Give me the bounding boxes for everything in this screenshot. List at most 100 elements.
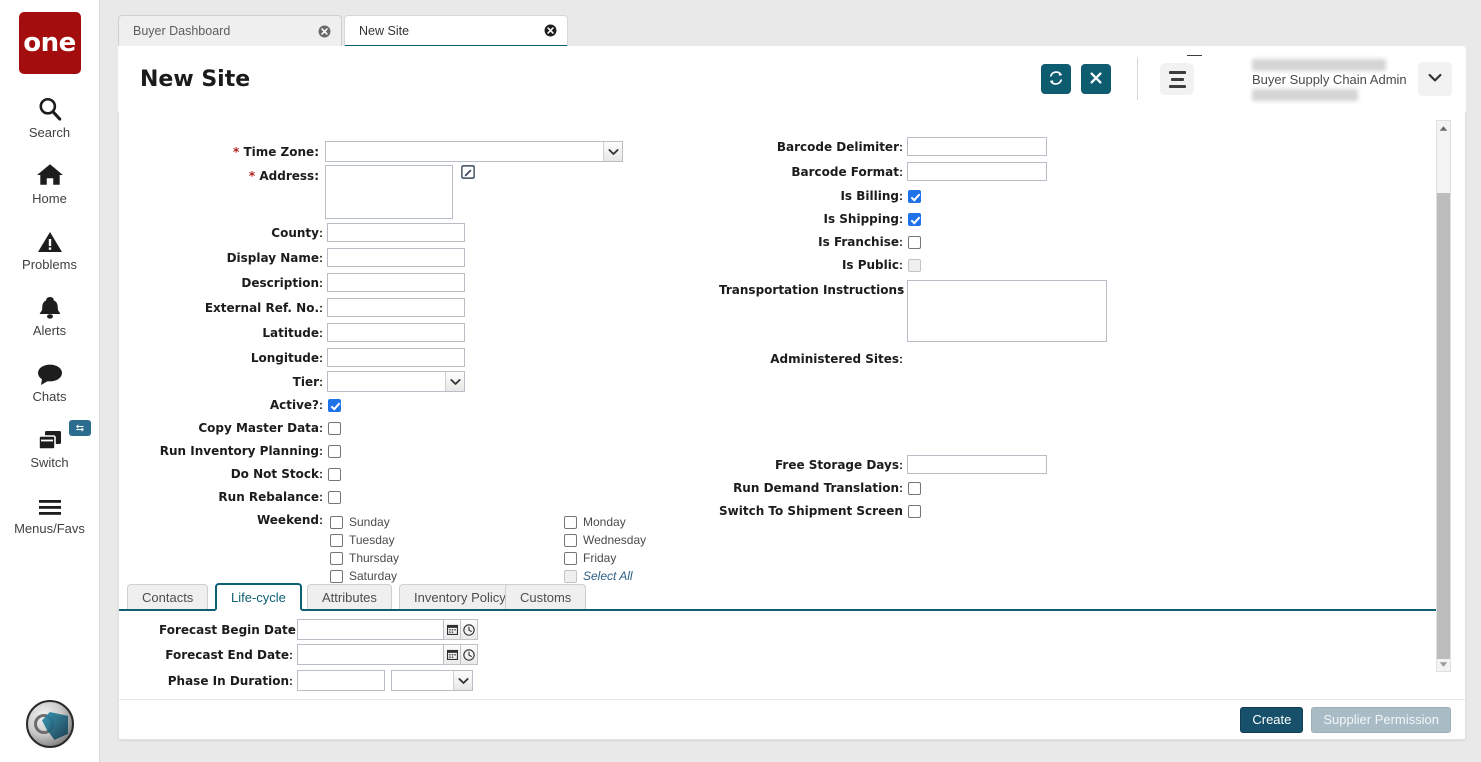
chat-bubble-icon (36, 356, 64, 386)
tier-select[interactable] (327, 371, 465, 392)
weekend-option-select-all[interactable]: Select All (564, 567, 646, 585)
monday-checkbox[interactable] (564, 516, 577, 529)
swap-arrows-icon[interactable]: ⇆ (69, 420, 91, 436)
rail-item-alerts[interactable]: Alerts (0, 290, 99, 338)
thursday-checkbox[interactable] (330, 552, 343, 565)
time-zone-value[interactable] (326, 142, 603, 161)
header-actions: ★ Buyer Supply Chain Admin (1031, 46, 1466, 112)
barcode-delimiter-input[interactable] (907, 137, 1047, 156)
active-checkbox[interactable] (328, 399, 341, 412)
field-address: * Address: (159, 165, 475, 219)
home-icon (36, 158, 64, 188)
field-run-demand-translation: Run Demand Translation : (719, 481, 921, 495)
supplier-permission-button[interactable]: Supplier Permission (1311, 707, 1451, 733)
sunday-checkbox[interactable] (330, 516, 343, 529)
weekend-option-sunday[interactable]: Sunday (330, 513, 399, 531)
barcode-format-input[interactable] (907, 162, 1047, 181)
is-shipping-checkbox[interactable] (908, 213, 921, 226)
longitude-input[interactable] (327, 348, 465, 367)
weekend-option-monday[interactable]: Monday (564, 513, 646, 531)
chevron-down-icon[interactable] (445, 372, 464, 391)
clock-icon[interactable] (461, 619, 478, 640)
phase-in-duration-input[interactable] (297, 670, 385, 691)
tier-value[interactable] (328, 372, 445, 391)
rail-item-menus-favs[interactable]: Menus/Favs (0, 488, 99, 536)
chevron-down-icon[interactable] (603, 142, 622, 161)
forecast-begin-date-buttons (444, 619, 478, 640)
tab-close-icon[interactable] (526, 24, 557, 37)
forecast-end-date-buttons (444, 644, 478, 665)
subtab-inventory-policy[interactable]: Inventory Policy (399, 584, 521, 609)
tab-new-site[interactable]: New Site (344, 15, 568, 47)
latitude-input[interactable] (327, 323, 465, 342)
rail-item-problems[interactable]: Problems (0, 224, 99, 272)
copy-master-data-checkbox[interactable] (328, 422, 341, 435)
subtab-contacts[interactable]: Contacts (127, 584, 208, 609)
free-storage-days-input[interactable] (907, 455, 1047, 474)
field-display-name: Display Name : (159, 248, 465, 267)
friday-checkbox[interactable] (564, 552, 577, 565)
external-ref-no-input[interactable] (327, 298, 465, 317)
clock-icon[interactable] (461, 644, 478, 665)
tuesday-checkbox[interactable] (330, 534, 343, 547)
run-demand-translation-checkbox[interactable] (908, 482, 921, 495)
rail-label-switch: Switch (30, 455, 68, 470)
user-avatar[interactable] (26, 700, 74, 748)
run-rebalance-checkbox[interactable] (328, 491, 341, 504)
calendar-icon[interactable] (444, 619, 461, 640)
field-label: Is Franchise (719, 235, 899, 249)
user-menu-toggle[interactable] (1418, 62, 1452, 96)
county-input[interactable] (327, 223, 465, 242)
forecast-begin-date-input[interactable] (297, 619, 444, 640)
chevron-down-icon[interactable] (453, 671, 472, 690)
transportation-instructions-textarea[interactable] (907, 280, 1107, 342)
is-franchise-checkbox[interactable] (908, 236, 921, 249)
field-label: Barcode Delimiter (719, 140, 899, 154)
refresh-button[interactable] (1041, 64, 1071, 94)
phase-in-duration-unit-select[interactable] (391, 670, 473, 691)
weekend-option-saturday[interactable]: Saturday (330, 567, 399, 585)
display-name-input[interactable] (327, 248, 465, 267)
saturday-checkbox[interactable] (330, 570, 343, 583)
tab-buyer-dashboard[interactable]: Buyer Dashboard (118, 15, 342, 46)
subtab-attributes[interactable]: Attributes (307, 584, 392, 609)
description-input[interactable] (327, 273, 465, 292)
select-all-checkbox[interactable] (564, 570, 577, 583)
select-all-link[interactable]: Select All (583, 569, 633, 583)
list-menu-button[interactable]: ★ (1160, 63, 1194, 95)
field-time-zone: * Time Zone: (159, 141, 697, 162)
do-not-stock-checkbox[interactable] (328, 468, 341, 481)
wednesday-checkbox[interactable] (564, 534, 577, 547)
one-logo[interactable]: one (19, 12, 81, 74)
subtab-customs[interactable]: Customs (505, 584, 586, 609)
field-label: Display Name (159, 251, 319, 265)
switch-to-shipment-screen-checkbox[interactable] (908, 505, 921, 518)
run-inventory-planning-checkbox[interactable] (328, 445, 341, 458)
scrollbar-thumb[interactable] (1437, 193, 1450, 659)
calendar-icon[interactable] (444, 644, 461, 665)
form-vertical-scrollbar[interactable] (1436, 120, 1451, 672)
weekend-option-thursday[interactable]: Thursday (330, 549, 399, 567)
rail-item-search[interactable]: Search (0, 92, 99, 140)
user-menu[interactable]: Buyer Supply Chain Admin (1252, 56, 1452, 102)
tab-close-icon[interactable] (300, 25, 331, 38)
close-button[interactable] (1081, 64, 1111, 94)
weekend-column-1: Sunday Tuesday Thursday Saturday (330, 513, 399, 585)
forecast-end-date-input[interactable] (297, 644, 444, 665)
edit-pencil-icon[interactable] (461, 165, 475, 179)
rail-item-chats[interactable]: Chats (0, 356, 99, 404)
phase-in-duration-unit-value[interactable] (392, 671, 453, 690)
subtab-life-cycle[interactable]: Life-cycle (215, 583, 302, 611)
rail-item-switch[interactable]: ⇆ Switch (0, 422, 99, 470)
weekend-label: Wednesday (583, 533, 646, 547)
weekend-option-wednesday[interactable]: Wednesday (564, 531, 646, 549)
address-textarea[interactable] (325, 165, 453, 219)
is-billing-checkbox[interactable] (908, 190, 921, 203)
rail-item-home[interactable]: Home (0, 158, 99, 206)
weekend-option-friday[interactable]: Friday (564, 549, 646, 567)
create-button[interactable]: Create (1240, 707, 1303, 733)
scroll-up-arrow-icon[interactable] (1437, 121, 1450, 135)
weekend-option-tuesday[interactable]: Tuesday (330, 531, 399, 549)
time-zone-select[interactable] (325, 141, 623, 162)
scroll-down-arrow-icon[interactable] (1437, 657, 1450, 671)
